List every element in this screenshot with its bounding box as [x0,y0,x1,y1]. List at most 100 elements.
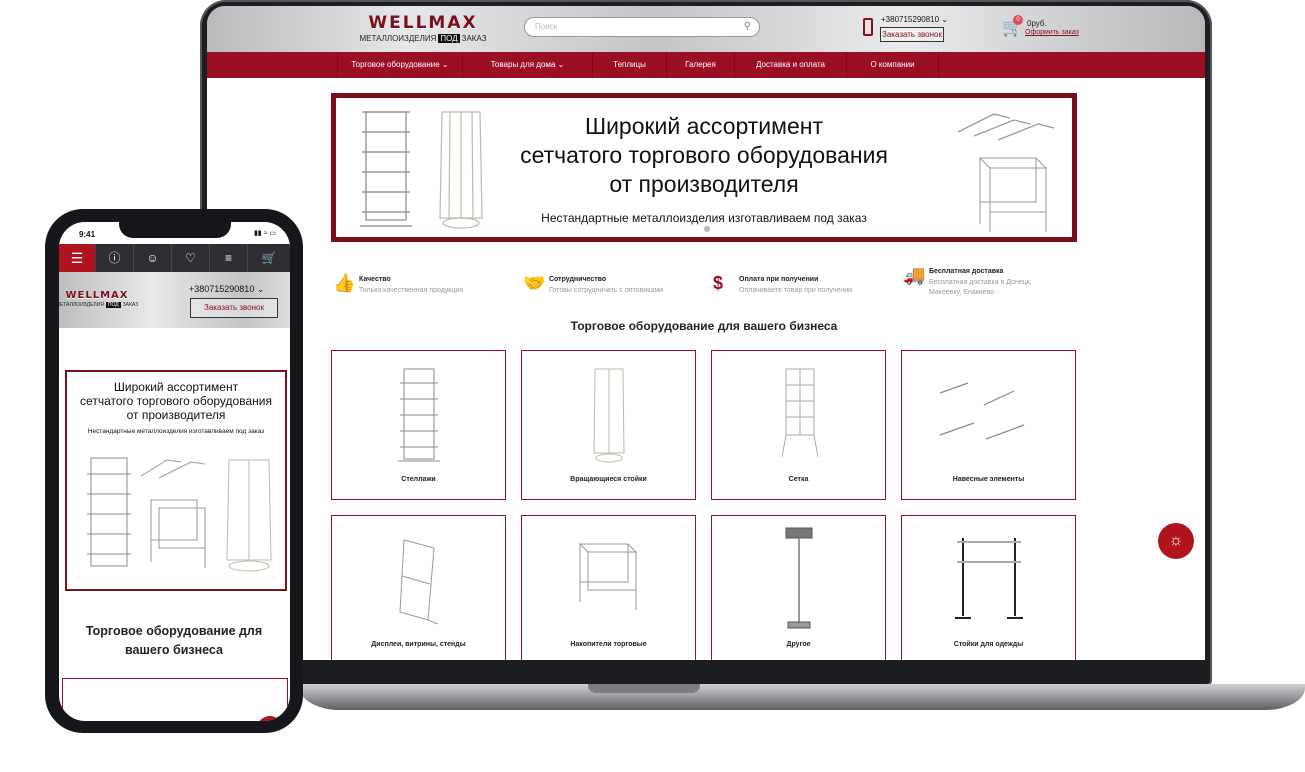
rotating-stand-icon [592,368,625,463]
section-title: Торговое оборудование для вашего бизнеса [69,622,279,660]
hooks-icon [140,459,206,479]
category-card-other[interactable]: Другое [711,515,886,660]
site-logo[interactable]: WELLMAX МЕТАЛЛОИЗДЕЛИЯ ПОД ЗАКАЗ [359,13,487,43]
nav-item-label: Торговое оборудование [351,60,440,69]
site-logo[interactable]: WELLMAX МЕТАЛЛОИЗДЕЛИЯ ПОД ЗАКАЗ [59,290,138,308]
category-card-mesh[interactable]: Сетка [711,350,886,500]
category-label: Стеллажи [401,476,436,483]
info-icon[interactable]: ⓘ [95,244,133,272]
callback-button[interactable]: Заказать звонок [190,298,278,318]
slider-dot[interactable] [704,226,710,232]
hero-title-line: сетчатого торгового оборудования [80,394,272,408]
hero-title-line: Широкий ассортимент [113,380,239,394]
hero-title-line: от производителя [126,408,226,422]
nav-item-trade-equipment[interactable]: Торговое оборудование ⌄ [337,52,463,78]
rotating-stand-icon [226,459,272,572]
header-phone[interactable]: +380715290810 ⌄ [189,284,264,295]
nav-item-home-goods[interactable]: Товары для дома ⌄ [463,52,593,78]
hero-title-line: Широкий ассортимент [584,113,823,139]
logo-tagline-right: ЗАКАЗ [122,302,139,308]
mesh-panel-icon [781,368,818,458]
feature-cooperation: 🤝 Сотрудничество Готовы сотрудничать с о… [523,268,703,306]
features-strip: 👍 Качество Только качественная продукция… [331,265,1077,306]
wire-basket-icon [978,157,1048,232]
heart-icon[interactable]: ♡ [171,244,209,272]
handshake-icon: 🤝 [523,273,546,293]
header-phone-number: +380715290810 [881,15,940,24]
category-card-shelves[interactable] [62,678,288,721]
feature-title: Оплата при получении [739,276,819,283]
feature-delivery: 🚚 Бесплатная доставка Бесплатная доставк… [903,260,1079,298]
wire-basket-icon [150,499,206,568]
logo-tagline: МЕТАЛЛОИЗДЕЛИЯ ПОД ЗАКАЗ [359,34,487,43]
logo-tagline-left: МЕТАЛЛОИЗДЕЛИЯ [359,34,437,43]
status-time: 9:41 [79,230,96,239]
category-label: Дисплеи, витрины, стенды [371,641,466,648]
mobile-header: WELLMAX МЕТАЛЛОИЗДЕЛИЯ ПОД ЗАКАЗ +380715… [59,272,290,328]
phone-screen: 9:41 ▮▮ ≈ ▭ ☰ ⓘ ☺ ♡ ≡ 🛒 WELLMAX МЕТАЛЛОИ… [59,222,290,721]
feature-desc: Оплачиваете товар при получении [739,287,853,294]
hero-title: Широкий ассортимент сетчатого торгового … [67,380,285,422]
hooks-icon [939,382,1024,440]
category-card-displays[interactable]: Дисплеи, витрины, стенды [331,515,506,660]
logo-tagline-box: ПОД [438,34,460,43]
hero-banner[interactable]: Широкий ассортимент сетчатого торгового … [331,93,1077,242]
shelf-rack-icon [87,457,131,567]
category-label: Вращающиеся стойки [570,476,647,483]
cart-icon[interactable]: 🛒 [247,244,290,272]
display-stand-icon [398,539,438,625]
category-card-clothes-racks[interactable]: Стойки для одежды [901,515,1076,660]
hamburger-menu-icon[interactable]: ☰ [59,244,95,272]
category-label: Навесные элементы [952,476,1025,483]
clothes-rack-icon [954,538,1023,619]
dollar-icon: $ [713,273,724,293]
logo-wordmark: WELLMAX [368,13,478,33]
user-icon[interactable]: ☺ [133,244,171,272]
callback-button[interactable]: Заказать звонок [880,27,944,42]
search-input[interactable]: Поиск ⚲ [524,17,760,37]
hooks-icon [957,113,1055,141]
nav-item-greenhouses[interactable]: Теплицы [593,52,667,78]
search-icon[interactable]: ⚲ [744,21,751,32]
nav-item-about[interactable]: О компании [847,52,939,78]
nav-item-gallery[interactable]: Галерея [667,52,735,78]
chat-button[interactable]: ☼ [1158,523,1194,559]
logo-tagline-right: ЗАКАЗ [461,34,487,43]
cart-count-badge: 0 [1013,15,1023,25]
status-bar: 9:41 ▮▮ ≈ ▭ [59,222,290,244]
section-title-line: Торговое оборудование для [85,624,263,638]
nav-item-delivery[interactable]: Доставка и оплата [735,52,847,78]
signal-wifi-battery-icon: ▮▮ ≈ ▭ [253,230,276,237]
logo-wordmark: WELLMAX [65,290,129,301]
category-card-rotating-stands[interactable]: Вращающиеся стойки [521,350,696,500]
category-card-hanging[interactable]: Навесные элементы [901,350,1076,500]
chevron-down-icon: ⌄ [557,60,565,69]
nav-item-label: Товары для дома [490,60,556,69]
laptop-screen: WELLMAX МЕТАЛЛОИЗДЕЛИЯ ПОД ЗАКАЗ Поиск ⚲… [207,6,1205,660]
checkout-link[interactable]: Оформить заказ [1025,29,1079,36]
chevron-down-icon: ⌄ [941,15,948,24]
category-label: Другое [786,641,811,648]
hero-title-line: от производителя [609,171,799,197]
hero-banner[interactable]: Широкий ассортимент сетчатого торгового … [65,370,287,591]
logo-tagline-box: ПОД [105,302,121,308]
logo-tagline-left: МЕТАЛЛОИЗДЕЛИЯ [59,302,104,308]
feature-title: Бесплатная доставка [929,268,1004,275]
filter-sliders-icon[interactable]: ≡ [209,244,247,272]
header-phone[interactable]: +380715290810 ⌄ [881,15,948,24]
main-nav: Торговое оборудование ⌄ Товары для дома … [207,52,1205,78]
hero-title-line: сетчатого торгового оборудования [520,142,888,168]
laptop-hinge-notch [588,684,700,693]
category-label: Накопители торговые [570,641,647,648]
category-card-bins[interactable]: Накопители торговые [521,515,696,660]
category-card-shelves[interactable]: Стеллажи [331,350,506,500]
hero-title: Широкий ассортимент сетчатого торгового … [486,112,922,199]
feature-quality: 👍 Качество Только качественная продукция [333,268,513,306]
feature-desc: Готовы сотрудничать с оптовиками [549,287,664,294]
logo-tagline: МЕТАЛЛОИЗДЕЛИЯ ПОД ЗАКАЗ [59,302,138,308]
laptop-base [300,684,1305,710]
section-title: Торговое оборудование для вашего бизнеса [570,319,838,333]
chevron-down-icon: ⌄ [256,284,265,294]
header-phone-number: +380715290810 [189,284,255,294]
feature-payment: $ Оплата при получении Оплачиваете товар… [713,268,893,306]
